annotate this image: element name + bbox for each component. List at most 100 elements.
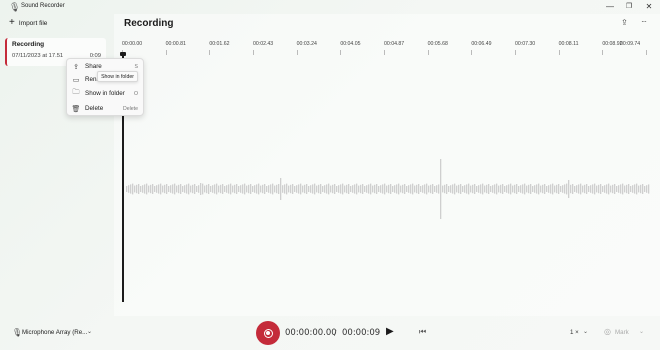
- microphone-icon[interactable]: 🎙: [12, 328, 22, 337]
- context-menu: ⇪ Share S ▭ Rena 🗀 Show in folder O 🗑 De…: [66, 58, 144, 116]
- waveform-bar: [224, 186, 226, 192]
- chevron-down-icon[interactable]: ⌄: [87, 328, 92, 335]
- waveform-bar: [490, 186, 492, 192]
- waveform-bar: [192, 184, 194, 194]
- waveform-bar: [488, 184, 490, 194]
- waveform-bar: [496, 183, 498, 195]
- waveform-bar: [364, 186, 366, 192]
- waveform-bar: [556, 184, 558, 194]
- waveform[interactable]: [126, 154, 651, 224]
- waveform-bar: [196, 186, 198, 192]
- minimize-button[interactable]: —: [604, 1, 616, 12]
- waveform-bar: [464, 185, 466, 193]
- waveform-bar: [250, 184, 252, 194]
- waveform-bar: [596, 185, 598, 193]
- share-icon[interactable]: ⇪: [621, 18, 628, 27]
- waveform-bar: [480, 184, 482, 194]
- waveform-bar: [414, 185, 416, 193]
- waveform-bar: [482, 183, 484, 195]
- waveform-bar: [594, 183, 596, 195]
- waveform-bar: [280, 178, 282, 200]
- waveform-bar: [648, 184, 650, 194]
- waveform-bar: [262, 184, 264, 194]
- waveform-bar: [220, 184, 222, 194]
- timeline-tick-label: 00:04.05: [340, 41, 361, 47]
- waveform-bar: [466, 184, 468, 194]
- waveform-bar: [324, 185, 326, 193]
- waveform-bar: [256, 184, 258, 194]
- waveform-bar: [360, 184, 362, 194]
- current-time: 00:00:00.00: [285, 328, 337, 338]
- waveform-bar: [340, 184, 342, 194]
- page-title: Recording: [124, 18, 174, 29]
- timeline-tick-mark: [165, 50, 167, 55]
- menu-item-delete[interactable]: 🗑 Delete Delete: [67, 102, 143, 115]
- waveform-bar: [574, 186, 576, 192]
- play-button[interactable]: ▶: [386, 326, 394, 337]
- waveform-bar: [522, 184, 524, 194]
- waveform-bar: [560, 186, 562, 192]
- waveform-bar: [618, 185, 620, 193]
- waveform-bar: [420, 186, 422, 192]
- mark-button[interactable]: Mark: [615, 329, 629, 336]
- waveform-bar: [306, 184, 308, 194]
- waveform-bar: [592, 184, 594, 194]
- waveform-bar: [270, 184, 272, 194]
- waveform-bar: [194, 184, 196, 194]
- waveform-bar: [454, 183, 456, 195]
- waveform-bar: [378, 186, 380, 192]
- waveform-bar: [456, 185, 458, 193]
- waveform-bar: [300, 183, 302, 195]
- timeline-tick-mark: [209, 50, 211, 55]
- waveform-bar: [278, 184, 280, 194]
- waveform-bar: [632, 185, 634, 193]
- waveform-bar: [330, 185, 332, 193]
- waveform-bar: [356, 183, 358, 195]
- waveform-bar: [366, 185, 368, 193]
- waveform-bar: [536, 184, 538, 194]
- waveform-bar: [520, 185, 522, 193]
- timeline-ruler[interactable]: 00:00.00 00:00.81 00:01.62 00:02.43 00:03.24…: [114, 38, 660, 58]
- title-bar: 🎙 Sound Recorder — ❐ ✕: [0, 0, 660, 14]
- waveform-bar: [398, 183, 400, 195]
- waveform-bar: [130, 184, 132, 194]
- waveform-bar: [320, 184, 322, 194]
- waveform-bar: [568, 180, 570, 198]
- main-panel: Recording ⇪ ··· 00:00.00 00:00.81 00:01.62…: [114, 14, 660, 316]
- mark-icon[interactable]: ◎: [604, 327, 611, 336]
- waveform-bar: [142, 185, 144, 193]
- waveform-bar: [144, 184, 146, 194]
- waveform-bar: [446, 184, 448, 194]
- timeline-tick-mark: [646, 50, 647, 55]
- waveform-bar: [550, 184, 552, 194]
- waveform-bar: [184, 185, 186, 193]
- timeline-tick-mark: [296, 50, 298, 55]
- waveform-bar: [282, 185, 284, 193]
- waveform-bar: [388, 184, 390, 194]
- waveform-bar: [498, 185, 500, 193]
- waveform-bar: [448, 186, 450, 192]
- waveform-bar: [552, 183, 554, 195]
- waveform-bar: [558, 184, 560, 194]
- waveform-bar: [210, 186, 212, 192]
- import-file-button[interactable]: + Import file: [6, 16, 53, 30]
- waveform-bar: [304, 184, 306, 194]
- chevron-down-icon[interactable]: ⌄: [639, 328, 644, 335]
- waveform-bar: [170, 185, 172, 193]
- playback-speed[interactable]: 1 ×: [570, 329, 579, 336]
- close-button[interactable]: ✕: [643, 1, 655, 12]
- skip-back-icon[interactable]: ⏮: [419, 327, 426, 337]
- more-options-icon[interactable]: ···: [641, 17, 647, 26]
- microphone-select[interactable]: Microphone Array (Re...: [22, 329, 87, 336]
- chevron-down-icon[interactable]: ⌄: [583, 328, 588, 335]
- maximize-button[interactable]: ❐: [623, 1, 635, 12]
- waveform-bar: [514, 184, 516, 194]
- menu-item-show-in-folder[interactable]: 🗀 Show in folder O: [67, 87, 143, 100]
- waveform-bar: [614, 184, 616, 194]
- timeline-tick-mark: [515, 50, 516, 55]
- waveform-bar: [246, 185, 248, 193]
- waveform-bar: [204, 185, 206, 193]
- record-button[interactable]: [256, 321, 280, 345]
- waveform-bar: [174, 183, 176, 195]
- waveform-bar: [264, 184, 266, 194]
